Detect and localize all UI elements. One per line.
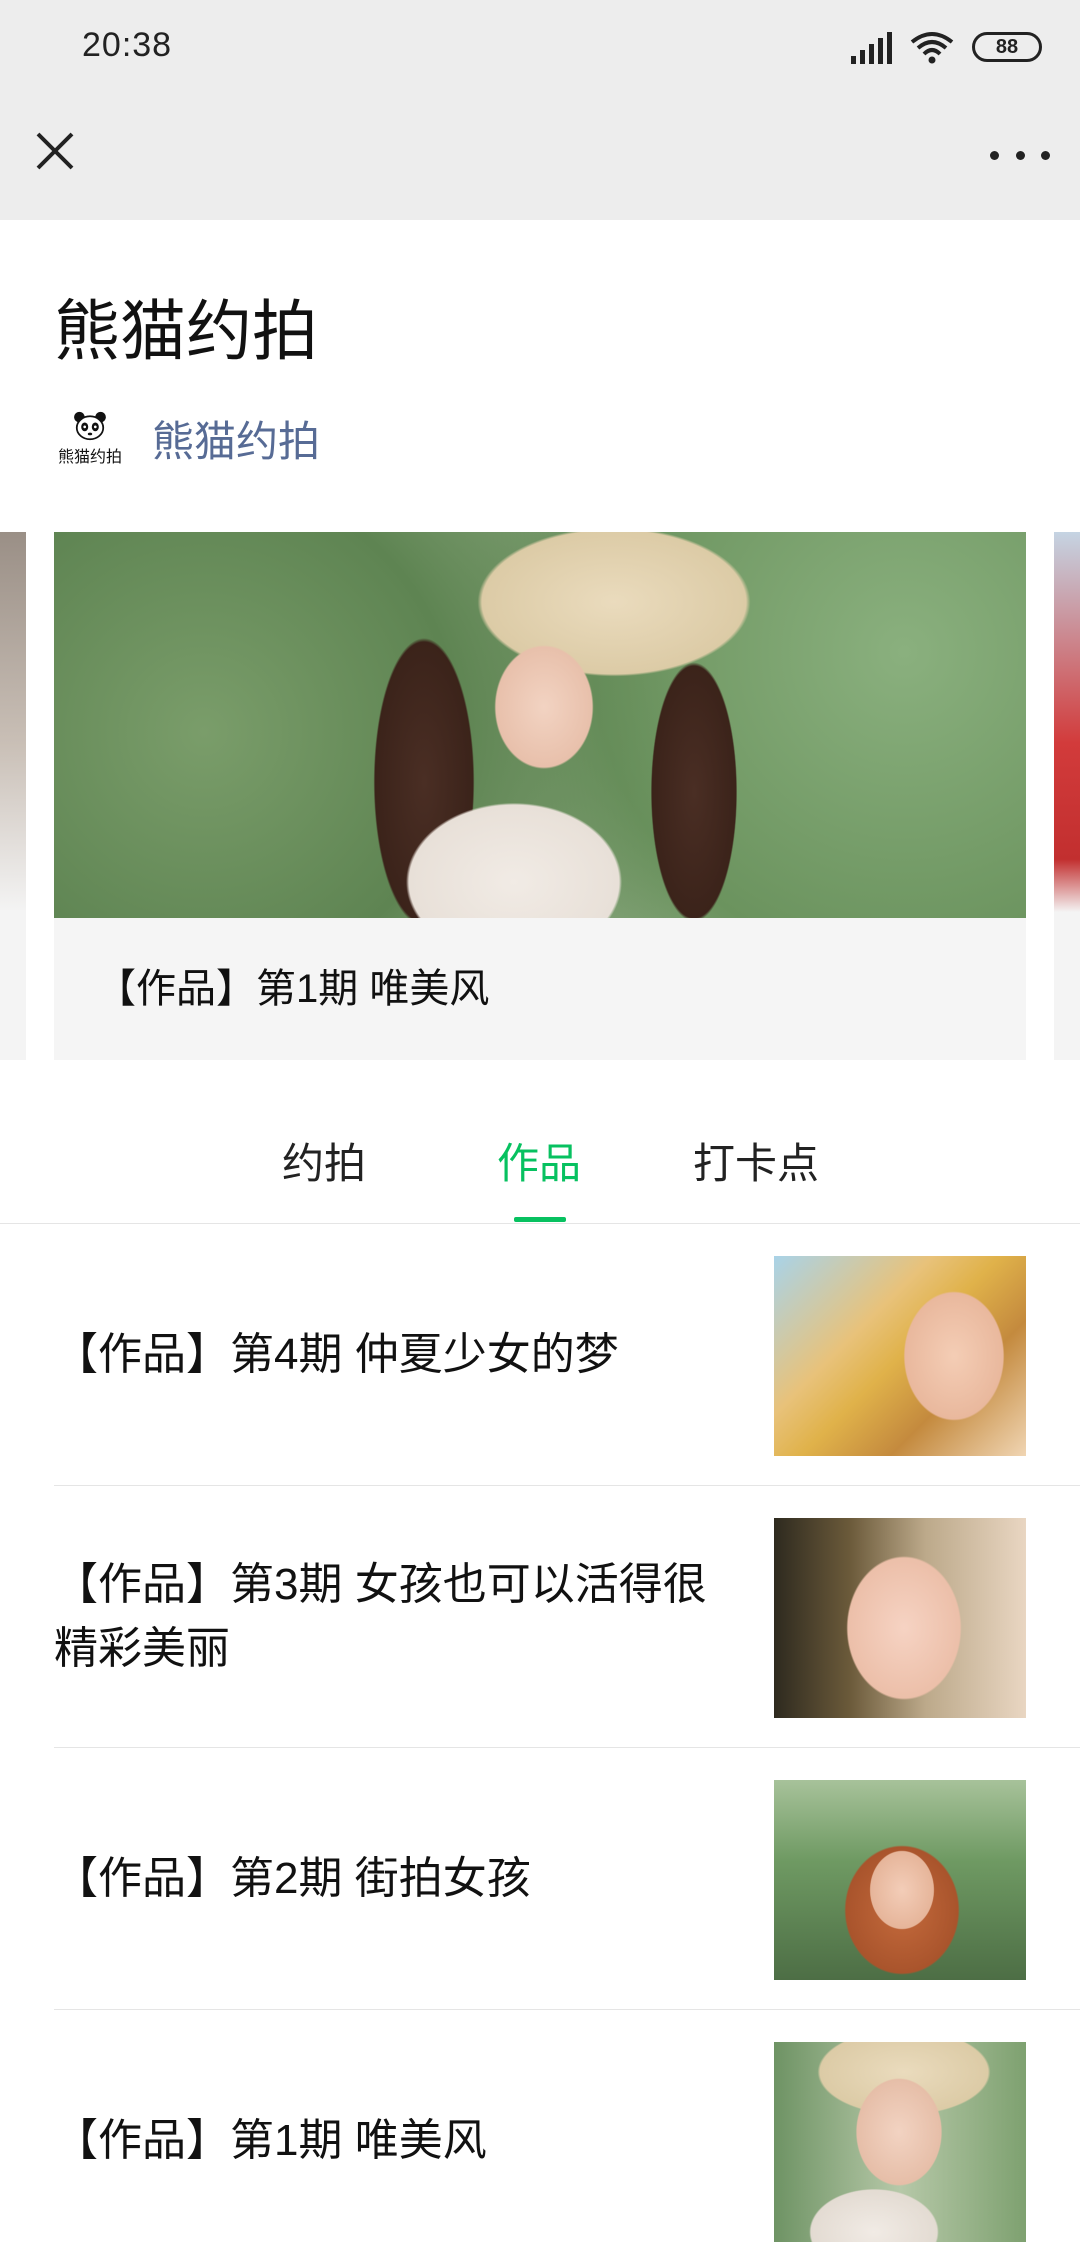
tab-yuepai[interactable]: 约拍 bbox=[282, 1130, 366, 1191]
list-item-title: 【作品】第3期 女孩也可以活得很精彩美丽 bbox=[54, 1559, 707, 1673]
list-item-title: 【作品】第1期 唯美风 bbox=[54, 2116, 487, 2165]
carousel-card[interactable]: 【作品】第1期 唯美风 bbox=[54, 532, 1026, 1060]
top-bar: 20:38 88 bbox=[0, 0, 1080, 220]
page-title: 熊猫约拍 bbox=[54, 294, 318, 368]
close-icon[interactable] bbox=[30, 126, 80, 176]
panda-logo: 熊猫约拍 bbox=[54, 411, 126, 467]
account-link[interactable]: 熊猫约拍 熊猫约拍 bbox=[54, 408, 320, 469]
carousel[interactable]: 【作品】第1期 唯美风 bbox=[0, 532, 1080, 1060]
account-name[interactable]: 熊猫约拍 bbox=[152, 408, 320, 469]
signal-icon bbox=[851, 30, 892, 64]
list-item[interactable]: 【作品】第3期 女孩也可以活得很精彩美丽 bbox=[54, 1486, 1080, 1748]
list-item-title: 【作品】第4期 仲夏少女的梦 bbox=[54, 1329, 619, 1379]
panda-icon bbox=[74, 411, 106, 440]
more-dot bbox=[1041, 150, 1050, 160]
more-dot bbox=[1015, 150, 1025, 160]
carousel-card-caption: 【作品】第1期 唯美风 bbox=[96, 967, 490, 1011]
status-icons: 88 bbox=[851, 30, 1042, 64]
wifi-icon bbox=[910, 32, 954, 64]
tab-works[interactable]: 作品 bbox=[497, 1130, 581, 1191]
carousel-next-card[interactable] bbox=[1054, 532, 1080, 1060]
active-tab-indicator bbox=[514, 1217, 566, 1222]
list-item-thumbnail bbox=[774, 1780, 1026, 1980]
more-icon[interactable] bbox=[990, 130, 1050, 180]
tab-checkin[interactable]: 打卡点 bbox=[693, 1130, 819, 1191]
status-time: 20:38 bbox=[82, 26, 173, 64]
list-item[interactable]: 【作品】第2期 街拍女孩 bbox=[54, 1748, 1080, 2010]
list-item[interactable]: 【作品】第4期 仲夏少女的梦 bbox=[54, 1224, 1080, 1486]
carousel-prev-card[interactable] bbox=[0, 532, 26, 1060]
list-item-thumbnail bbox=[774, 1256, 1026, 1456]
list-item-thumbnail bbox=[774, 2042, 1026, 2242]
tab-bar: 约拍 作品 打卡点 bbox=[0, 1090, 1080, 1224]
battery-icon: 88 bbox=[972, 32, 1042, 62]
list-item-title: 【作品】第2期 街拍女孩 bbox=[54, 1853, 531, 1903]
carousel-card-image bbox=[54, 532, 1026, 918]
article-list: 【作品】第4期 仲夏少女的梦 【作品】第3期 女孩也可以活得很精彩美丽 【作品】… bbox=[0, 1224, 1080, 2248]
list-item-thumbnail bbox=[774, 1518, 1026, 1718]
list-item[interactable]: 【作品】第1期 唯美风 bbox=[54, 2010, 1080, 2248]
logo-text: 熊猫约拍 bbox=[57, 448, 122, 466]
more-dot bbox=[990, 150, 999, 160]
